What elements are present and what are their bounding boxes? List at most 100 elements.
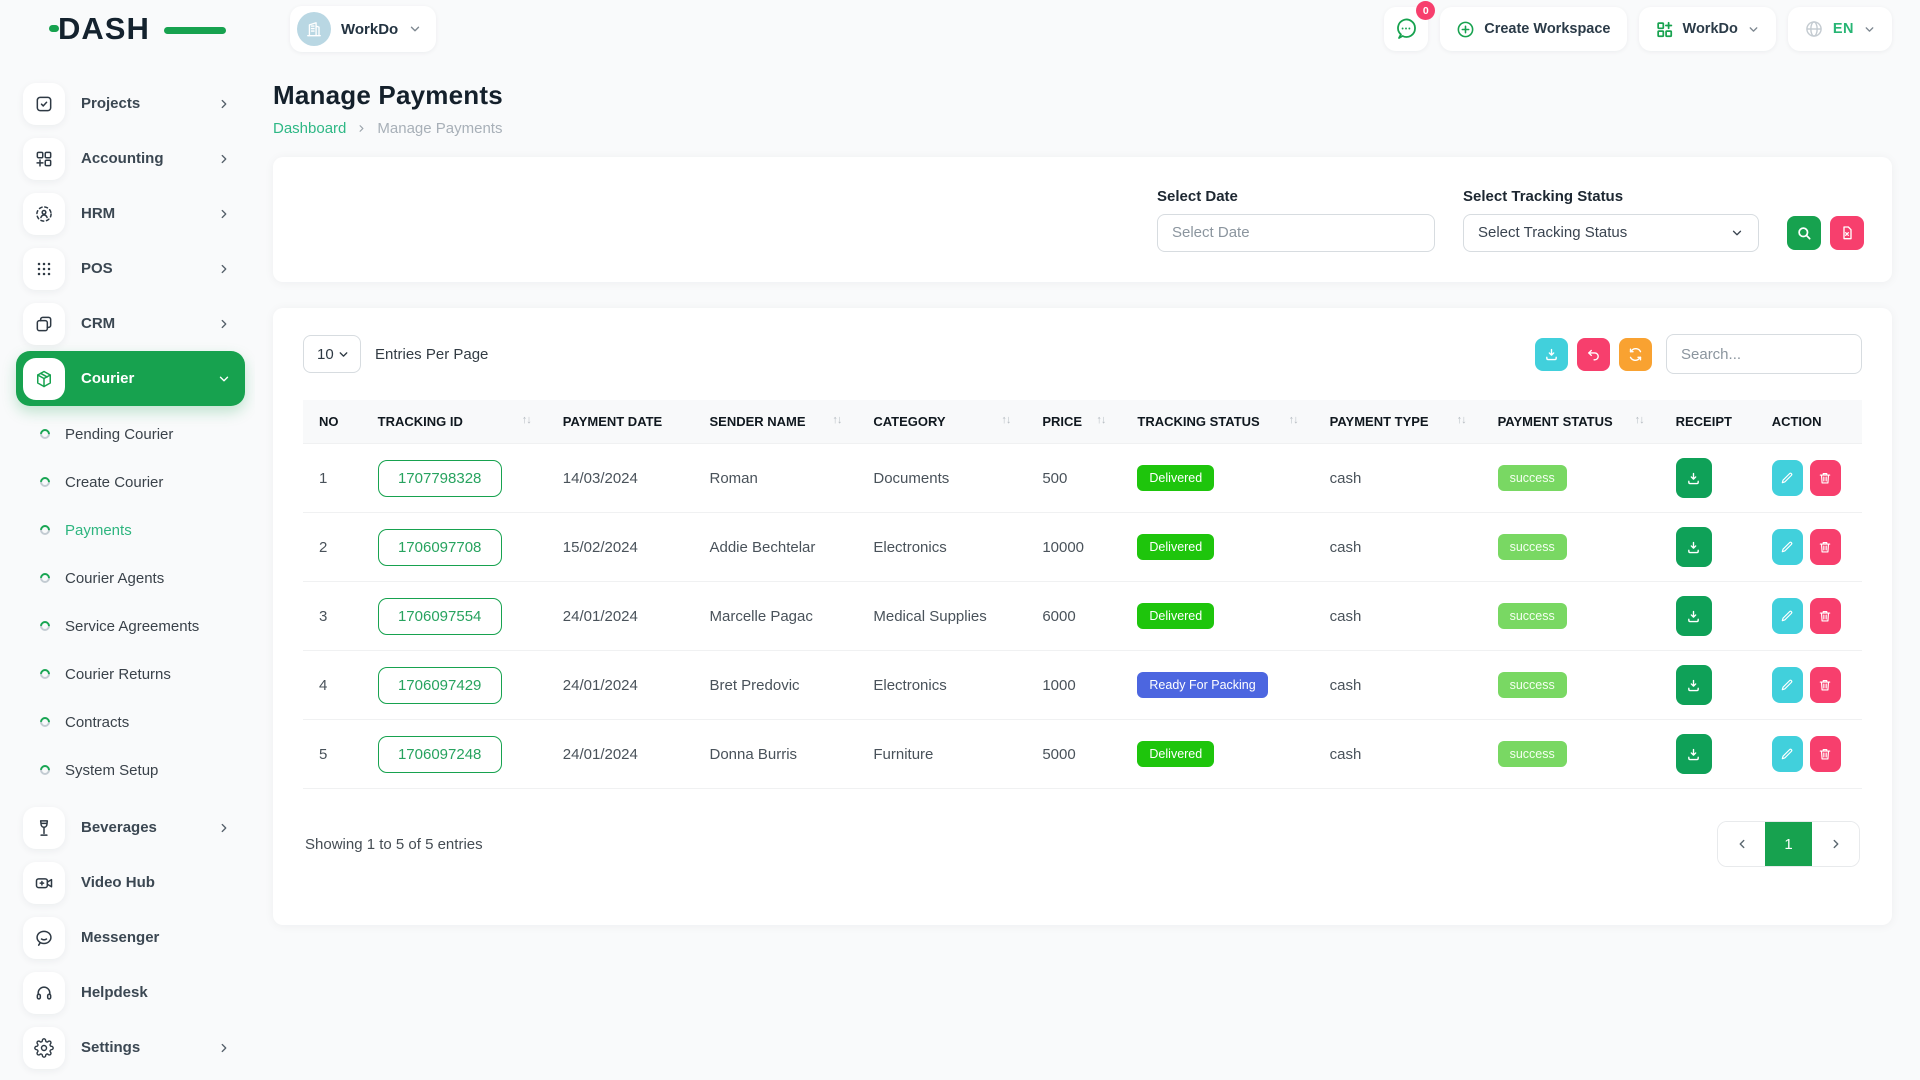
- sidebar-subitem-system-setup[interactable]: System Setup: [16, 746, 245, 794]
- column-header-payment-type[interactable]: PAYMENT TYPE↑↓: [1314, 400, 1482, 444]
- sidebar-item-label: Accounting: [81, 150, 201, 167]
- sort-icon[interactable]: ↑↓: [1001, 414, 1010, 426]
- showing-entries-text: Showing 1 to 5 of 5 entries: [305, 836, 483, 853]
- select-date-input[interactable]: [1157, 214, 1435, 252]
- entries-per-page-value: 10: [317, 346, 334, 363]
- delete-button[interactable]: [1810, 460, 1841, 496]
- sort-icon[interactable]: ↑↓: [1289, 414, 1298, 426]
- column-header-sender-name[interactable]: SENDER NAME↑↓: [693, 400, 857, 444]
- undo-button[interactable]: [1577, 338, 1610, 371]
- sidebar-subitem-contracts[interactable]: Contracts: [16, 698, 245, 746]
- package-icon: [23, 358, 65, 400]
- app-logo[interactable]: DASH: [58, 11, 208, 47]
- column-header-category[interactable]: CATEGORY↑↓: [857, 400, 1026, 444]
- sort-icon[interactable]: ↑↓: [832, 414, 841, 426]
- receipt-download-button[interactable]: [1676, 458, 1712, 498]
- tracking-id-link[interactable]: 1706097708: [378, 529, 502, 566]
- sort-icon[interactable]: ↑↓: [1457, 414, 1466, 426]
- workspace-selector[interactable]: WorkDo: [290, 6, 436, 52]
- tracking-status-select[interactable]: Select Tracking Status: [1463, 214, 1759, 252]
- create-workspace-button[interactable]: Create Workspace: [1440, 7, 1626, 51]
- subitem-label: Pending Courier: [65, 426, 173, 443]
- pagination: 1: [1717, 821, 1860, 867]
- tracking-status-select-value: Select Tracking Status: [1478, 224, 1627, 241]
- delete-button[interactable]: [1810, 598, 1841, 634]
- sidebar-item-pos[interactable]: POS: [16, 241, 245, 296]
- sidebar-subitem-payments[interactable]: Payments: [16, 506, 245, 554]
- sidebar-item-settings[interactable]: Settings: [16, 1020, 245, 1075]
- edit-button[interactable]: [1772, 460, 1803, 496]
- tracking-id-link[interactable]: 1707798328: [378, 460, 502, 497]
- page-title: Manage Payments: [273, 80, 1892, 111]
- chevron-down-icon: [1730, 226, 1744, 240]
- receipt-download-button[interactable]: [1676, 665, 1712, 705]
- tracking-status-label: Select Tracking Status: [1463, 188, 1759, 205]
- sidebar-subitem-create-courier[interactable]: Create Courier: [16, 458, 245, 506]
- bullet-icon: [38, 619, 52, 633]
- overlap-squares-icon: [23, 303, 65, 345]
- sidebar-subitem-courier-returns[interactable]: Courier Returns: [16, 650, 245, 698]
- tracking-id-link[interactable]: 1706097248: [378, 736, 502, 773]
- pencil-icon: [1780, 540, 1794, 554]
- table-search-input[interactable]: [1666, 334, 1862, 374]
- workdo-menu-label: WorkDo: [1683, 21, 1738, 37]
- cell-category: Electronics: [857, 513, 1026, 582]
- pagination-page-1[interactable]: 1: [1765, 822, 1812, 866]
- sidebar-item-label: Courier: [81, 370, 201, 387]
- column-header-tracking-status[interactable]: TRACKING STATUS↑↓: [1121, 400, 1313, 444]
- bullet-icon: [38, 523, 52, 537]
- column-header-tracking-id[interactable]: TRACKING ID↑↓: [362, 400, 547, 444]
- download-icon: [1686, 540, 1701, 555]
- receipt-download-button[interactable]: [1676, 527, 1712, 567]
- sidebar-item-courier[interactable]: Courier: [16, 351, 245, 406]
- language-selector[interactable]: EN: [1788, 7, 1892, 51]
- subitem-label: Courier Agents: [65, 570, 164, 587]
- pagination-next-button[interactable]: [1812, 822, 1859, 866]
- receipt-download-button[interactable]: [1676, 596, 1712, 636]
- delete-button[interactable]: [1810, 529, 1841, 565]
- checkbox-icon: [23, 83, 65, 125]
- refresh-button[interactable]: [1619, 338, 1652, 371]
- edit-button[interactable]: [1772, 529, 1803, 565]
- chat-button[interactable]: 0: [1384, 7, 1428, 51]
- edit-button[interactable]: [1772, 667, 1803, 703]
- cell-payment-date: 14/03/2024: [547, 444, 694, 513]
- sidebar-item-messenger[interactable]: Messenger: [16, 910, 245, 965]
- sidebar-subitem-pending-courier[interactable]: Pending Courier: [16, 410, 245, 458]
- sidebar-subitem-service-agreements[interactable]: Service Agreements: [16, 602, 245, 650]
- bullet-icon: [38, 427, 52, 441]
- column-header-price[interactable]: PRICE↑↓: [1026, 400, 1121, 444]
- breadcrumb-dashboard-link[interactable]: Dashboard: [273, 120, 346, 137]
- delete-button[interactable]: [1810, 736, 1841, 772]
- entries-per-page-select[interactable]: 10: [303, 335, 361, 373]
- column-header-payment-status[interactable]: PAYMENT STATUS↑↓: [1482, 400, 1660, 444]
- sidebar-item-helpdesk[interactable]: Helpdesk: [16, 965, 245, 1020]
- payment-status-badge: success: [1498, 534, 1567, 560]
- receipt-download-button[interactable]: [1676, 734, 1712, 774]
- sort-icon[interactable]: ↑↓: [522, 414, 531, 426]
- subitem-label: System Setup: [65, 762, 158, 779]
- tracking-id-link[interactable]: 1706097429: [378, 667, 502, 704]
- sort-icon[interactable]: ↑↓: [1635, 414, 1644, 426]
- sidebar-subitem-courier-agents[interactable]: Courier Agents: [16, 554, 245, 602]
- subitem-label: Contracts: [65, 714, 129, 731]
- clear-filter-button[interactable]: [1830, 216, 1864, 250]
- sidebar-item-label: Video Hub: [81, 874, 231, 891]
- delete-button[interactable]: [1810, 667, 1841, 703]
- sidebar-item-video-hub[interactable]: Video Hub: [16, 855, 245, 910]
- sidebar-item-beverages[interactable]: Beverages: [16, 800, 245, 855]
- edit-button[interactable]: [1772, 598, 1803, 634]
- apply-filter-button[interactable]: [1787, 216, 1821, 250]
- sidebar-item-accounting[interactable]: Accounting: [16, 131, 245, 186]
- edit-button[interactable]: [1772, 736, 1803, 772]
- sidebar-item-crm[interactable]: CRM: [16, 296, 245, 351]
- sidebar-item-projects[interactable]: Projects: [16, 76, 245, 131]
- sidebar-item-hrm[interactable]: HRM: [16, 186, 245, 241]
- sort-icon[interactable]: ↑↓: [1096, 414, 1105, 426]
- export-download-button[interactable]: [1535, 338, 1568, 371]
- workdo-menu-button[interactable]: WorkDo: [1639, 7, 1776, 51]
- column-header-action: ACTION: [1756, 400, 1862, 444]
- pagination-prev-button[interactable]: [1718, 822, 1765, 866]
- sidebar: Projects Accounting HRM: [0, 58, 255, 1080]
- tracking-id-link[interactable]: 1706097554: [378, 598, 502, 635]
